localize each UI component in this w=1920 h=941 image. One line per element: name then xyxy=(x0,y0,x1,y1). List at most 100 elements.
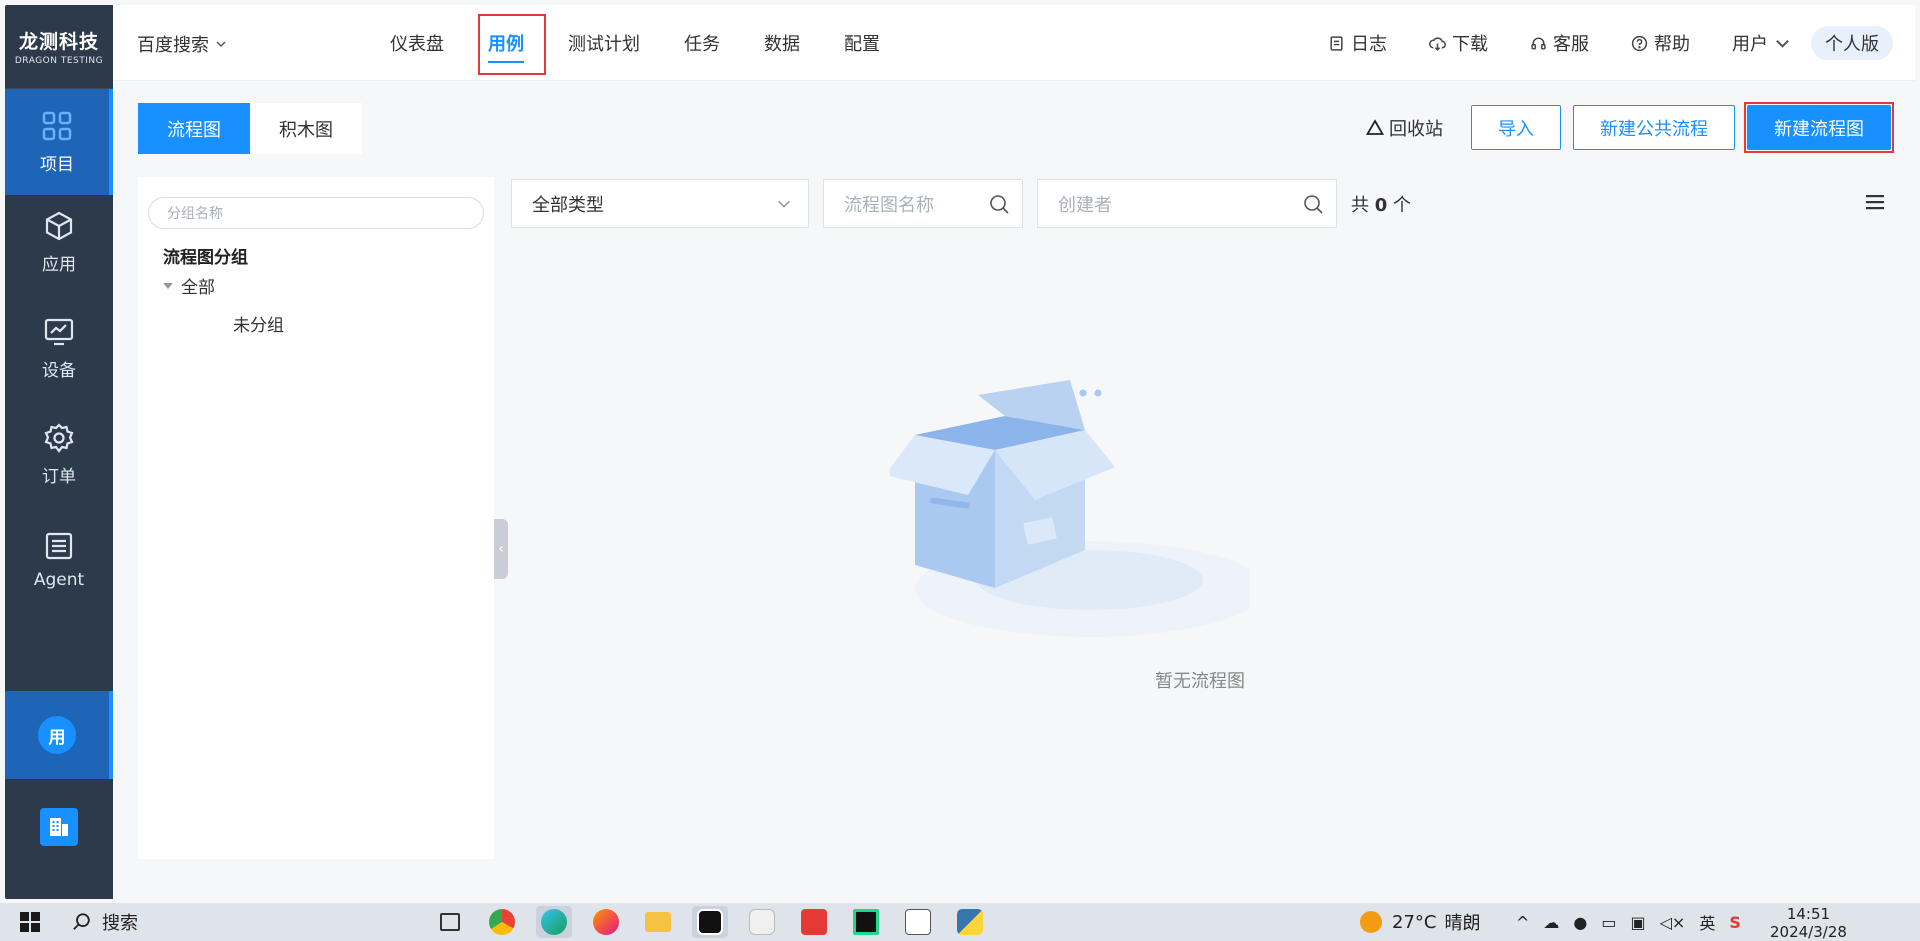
nav-config[interactable]: 配置 xyxy=(822,5,902,81)
taskbar-apps xyxy=(432,906,988,938)
grid-icon xyxy=(42,111,72,140)
monitor-icon xyxy=(44,318,74,345)
top-right-actions: 日志 下载 客服 帮助 用户 个人版 xyxy=(1328,5,1915,81)
system-tray: ^ ☁ ● ▭ ▣ ◁× 英 S xyxy=(1516,903,1741,941)
qq-icon[interactable]: ● xyxy=(1573,913,1587,932)
cloud-icon[interactable]: ☁ xyxy=(1543,913,1559,932)
rail-item-label: 应用 xyxy=(42,254,76,275)
rail-item-device[interactable]: 设备 xyxy=(5,295,113,401)
result-count: 共 0 个 xyxy=(1351,194,1411,216)
main-nav: 仪表盘 用例 测试计划 任务 数据 配置 xyxy=(368,5,902,81)
rail-item-agent[interactable]: Agent xyxy=(5,507,113,613)
chevron-up-icon[interactable]: ^ xyxy=(1516,913,1529,932)
project-name: 百度搜索 xyxy=(137,35,209,56)
rail-org[interactable] xyxy=(5,783,113,871)
new-flow-wrap: 新建流程图 xyxy=(1744,102,1894,153)
rail-user[interactable]: 用 xyxy=(5,691,113,779)
help-link[interactable]: 帮助 xyxy=(1631,30,1690,56)
import-button[interactable]: 导入 xyxy=(1471,105,1561,150)
group-search-input[interactable]: 分组名称 xyxy=(148,197,484,229)
headset-icon xyxy=(1531,37,1546,50)
log-link[interactable]: 日志 xyxy=(1328,30,1387,56)
java-icon[interactable] xyxy=(744,906,780,938)
flow-name-input[interactable]: 流程图名称 xyxy=(823,179,1023,228)
search-icon xyxy=(1304,194,1323,214)
view-tabs: 流程图 积木图 xyxy=(138,103,362,154)
search-icon xyxy=(990,194,1009,214)
tree-node-ungrouped[interactable]: 未分组 xyxy=(233,311,284,336)
rail-item-label: 订单 xyxy=(42,466,76,487)
project-selector[interactable]: 百度搜索 xyxy=(137,31,227,57)
nav-tasks[interactable]: 任务 xyxy=(662,5,742,81)
rail-item-label: 设备 xyxy=(42,360,76,381)
nav-cases[interactable]: 用例 xyxy=(466,5,546,81)
building-icon[interactable] xyxy=(40,808,78,846)
tree-node-all[interactable]: 全部 xyxy=(163,273,215,298)
brand-sub: DRAGON TESTING xyxy=(14,56,104,66)
terminal-icon[interactable] xyxy=(692,906,728,938)
task-view-icon[interactable] xyxy=(432,906,468,938)
network-icon[interactable]: ▣ xyxy=(1631,913,1646,932)
chevron-left-icon: ‹ xyxy=(498,541,504,557)
taskbar-search[interactable]: 搜索 xyxy=(72,909,422,935)
nav-data[interactable]: 数据 xyxy=(742,5,822,81)
highlight-box xyxy=(478,14,546,75)
chrome-icon[interactable] xyxy=(484,906,520,938)
recycle-bin-link[interactable]: 回收站 xyxy=(1365,115,1443,141)
app-window: 龙测科技 DRAGON TESTING 项目 应用 设备 订单 Agent 用 … xyxy=(0,0,1920,903)
chevron-down-icon xyxy=(778,200,790,208)
rail-item-app[interactable]: 应用 xyxy=(5,189,113,295)
cloud-download-icon xyxy=(1429,36,1446,51)
recycle-icon xyxy=(1365,118,1385,135)
caret-down-icon[interactable] xyxy=(163,282,173,289)
top-bar: 百度搜索 仪表盘 用例 测试计划 任务 数据 配置 日志 下载 客服 帮助 用户… xyxy=(113,5,1915,81)
wps-icon[interactable] xyxy=(796,906,832,938)
ime-indicator[interactable]: 英 xyxy=(1699,910,1715,934)
python-icon[interactable] xyxy=(952,906,988,938)
rail-item-project[interactable]: 项目 xyxy=(5,89,113,195)
toolbar-actions: 回收站 导入 新建公共流程 新建流程图 xyxy=(1365,102,1894,153)
clock[interactable]: 14:51 2024/3/28 xyxy=(1770,905,1847,941)
empty-box-illustration xyxy=(890,380,1250,637)
windows-taskbar: 搜索 27°C 晴朗 ^ ☁ ● ▭ ▣ ◁× 英 S 14:51 2024/3… xyxy=(0,903,1920,941)
cube-icon xyxy=(45,211,73,240)
sun-icon xyxy=(1360,911,1382,933)
chevron-down-icon xyxy=(1776,39,1789,48)
doc-icon xyxy=(45,532,73,560)
avatar[interactable]: 用 xyxy=(38,716,76,754)
typora-icon[interactable] xyxy=(900,906,936,938)
nav-test-plan[interactable]: 测试计划 xyxy=(546,5,662,81)
service-link[interactable]: 客服 xyxy=(1530,30,1589,56)
log-icon xyxy=(1330,35,1343,51)
help-icon xyxy=(1631,35,1648,51)
sogou-icon[interactable]: S xyxy=(1729,913,1741,932)
collapse-handle[interactable]: ‹ xyxy=(494,519,508,579)
download-link[interactable]: 下载 xyxy=(1429,30,1488,56)
firefox-icon[interactable] xyxy=(588,906,624,938)
edge-icon[interactable] xyxy=(536,906,572,938)
rail-item-order[interactable]: 订单 xyxy=(5,401,113,507)
tab-flowchart[interactable]: 流程图 xyxy=(138,103,250,154)
list-view-icon[interactable] xyxy=(1865,193,1885,215)
new-public-flow-button[interactable]: 新建公共流程 xyxy=(1573,105,1735,150)
highlight-box xyxy=(1744,102,1894,153)
creator-input[interactable]: 创建者 xyxy=(1037,179,1337,228)
folder-icon[interactable] xyxy=(640,906,676,938)
nav-dashboard[interactable]: 仪表盘 xyxy=(368,5,466,81)
pycharm-icon[interactable] xyxy=(848,906,884,938)
filter-bar: 全部类型 流程图名称 创建者 共 0 个 xyxy=(511,179,1411,228)
chevron-down-icon xyxy=(216,41,226,48)
group-tree-panel: 分组名称 流程图分组 全部 未分组 xyxy=(138,177,494,859)
brand-name: 龙测科技 xyxy=(18,31,99,53)
start-button[interactable] xyxy=(0,911,60,933)
windows-icon xyxy=(20,912,40,932)
type-select[interactable]: 全部类型 xyxy=(511,179,809,228)
left-rail: 龙测科技 DRAGON TESTING 项目 应用 设备 订单 Agent 用 xyxy=(5,5,113,899)
edition-badge[interactable]: 个人版 xyxy=(1811,26,1893,60)
volume-icon[interactable]: ◁× xyxy=(1660,913,1686,932)
user-menu[interactable]: 用户 xyxy=(1732,30,1791,56)
tab-blocks[interactable]: 积木图 xyxy=(250,103,362,154)
battery-icon[interactable]: ▭ xyxy=(1601,913,1616,932)
weather-widget[interactable]: 27°C 晴朗 xyxy=(1358,903,1480,941)
search-icon xyxy=(73,913,90,930)
